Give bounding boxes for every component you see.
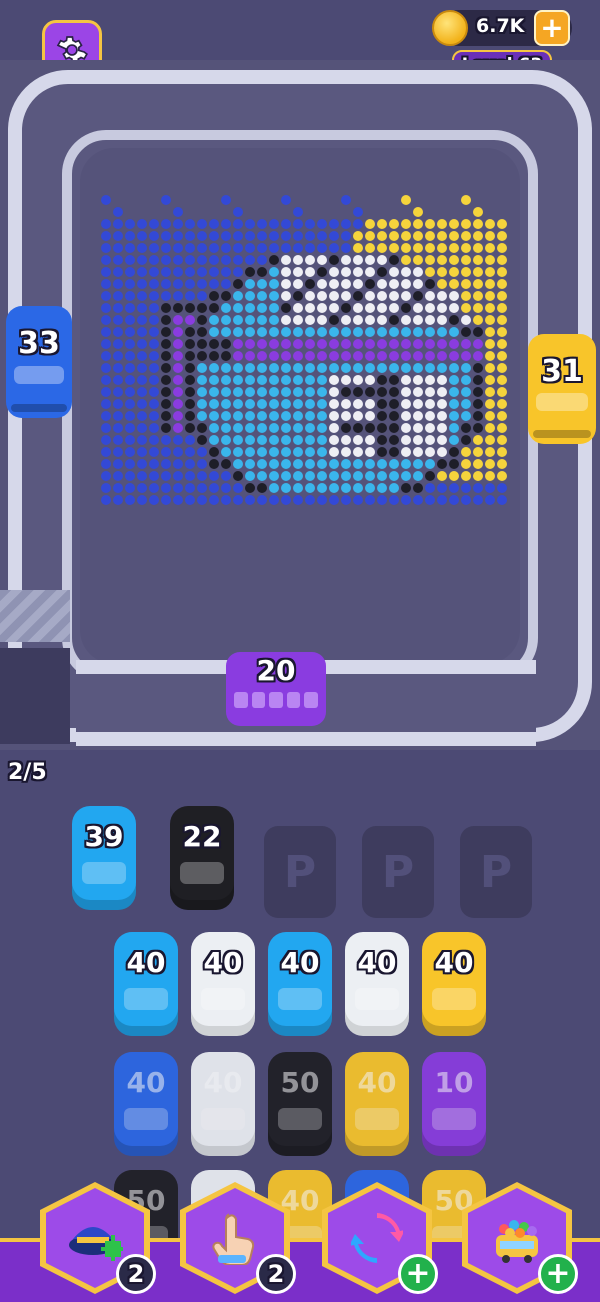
car-window — [201, 988, 245, 1010]
track-car-right[interactable]: 31 — [528, 334, 596, 444]
car-capacity: 31 — [541, 354, 583, 389]
shuffle-powerup-button[interactable]: + — [322, 1182, 438, 1294]
car-window — [432, 988, 476, 1010]
car-capacity: 40 — [126, 1066, 166, 1099]
car-capacity: 40 — [280, 946, 320, 979]
empty-parking-slot: P — [460, 826, 532, 918]
queued-car[interactable]: 50 — [268, 1052, 332, 1156]
tap-hand-powerup-button[interactable]: 2 — [180, 1182, 296, 1294]
car-window — [355, 988, 399, 1010]
parking-label: P — [381, 846, 415, 898]
badge-value: 2 — [267, 1260, 285, 1288]
pixel-art-image — [101, 195, 507, 505]
empty-parking-slot: P — [264, 826, 336, 918]
car-capacity: 40 — [357, 946, 397, 979]
car-capacity: 40 — [357, 1066, 397, 1099]
car-window — [432, 1108, 476, 1130]
queued-car[interactable]: 40 — [191, 1052, 255, 1156]
queued-car[interactable]: 40 — [114, 932, 178, 1036]
bus-load-powerup-button[interactable]: + — [462, 1182, 578, 1294]
queued-car[interactable]: 40 — [268, 932, 332, 1036]
add-powerup-badge[interactable]: + — [398, 1254, 438, 1294]
car-window — [278, 1108, 322, 1130]
car-window — [536, 393, 588, 411]
car-bumper — [11, 404, 67, 412]
parking-label: P — [479, 846, 513, 898]
car-window — [201, 1108, 245, 1130]
badge-value: + — [545, 1256, 571, 1291]
track-bus[interactable]: 20 — [226, 652, 326, 726]
car-bumper — [533, 430, 591, 438]
parking-label: P — [283, 846, 317, 898]
parked-car[interactable]: 39 — [72, 806, 136, 910]
car-capacity: 40 — [203, 946, 243, 979]
queued-car[interactable]: 40 — [422, 932, 486, 1036]
driver-cap-powerup-button[interactable]: 2 — [40, 1182, 156, 1294]
badge-value: + — [405, 1256, 431, 1291]
coin-amount: 6.7K — [476, 15, 525, 37]
car-capacity: 10 — [434, 1066, 474, 1099]
badge-value: 2 — [127, 1260, 145, 1288]
car-window — [355, 1108, 399, 1130]
car-capacity: 50 — [280, 1066, 320, 1099]
car-capacity: 39 — [84, 820, 124, 853]
car-window — [180, 862, 224, 884]
car-window — [124, 988, 168, 1010]
queued-car[interactable]: 40 — [345, 932, 409, 1036]
bus-capacity: 20 — [256, 654, 296, 687]
add-powerup-badge[interactable]: + — [538, 1254, 578, 1294]
car-window — [124, 1108, 168, 1130]
car-window — [13, 366, 65, 385]
queued-car[interactable]: 40 — [114, 1052, 178, 1156]
car-capacity: 40 — [126, 946, 166, 979]
car-window — [82, 862, 126, 884]
queued-car[interactable]: 40 — [191, 932, 255, 1036]
car-capacity: 22 — [182, 820, 222, 853]
car-capacity: 40 — [434, 946, 474, 979]
empty-parking-slot: P — [362, 826, 434, 918]
bus-progress: 2/5 — [8, 760, 47, 785]
parking-area: 39 22 P P P — [66, 800, 536, 920]
queued-car[interactable]: 40 — [345, 1052, 409, 1156]
car-capacity: 33 — [18, 326, 60, 361]
bus-windows — [234, 692, 318, 708]
car-window — [278, 988, 322, 1010]
powerup-count-badge: 2 — [256, 1254, 296, 1294]
powerup-count-badge: 2 — [116, 1254, 156, 1294]
add-coins-button[interactable]: + — [534, 10, 570, 46]
car-capacity: 40 — [203, 1066, 243, 1099]
coin-icon — [432, 10, 468, 46]
bus-gate — [0, 648, 70, 744]
car-ramp — [0, 590, 70, 642]
queued-car[interactable]: 10 — [422, 1052, 486, 1156]
track-car-left[interactable]: 33 — [6, 306, 72, 418]
parked-car[interactable]: 22 — [170, 806, 234, 910]
